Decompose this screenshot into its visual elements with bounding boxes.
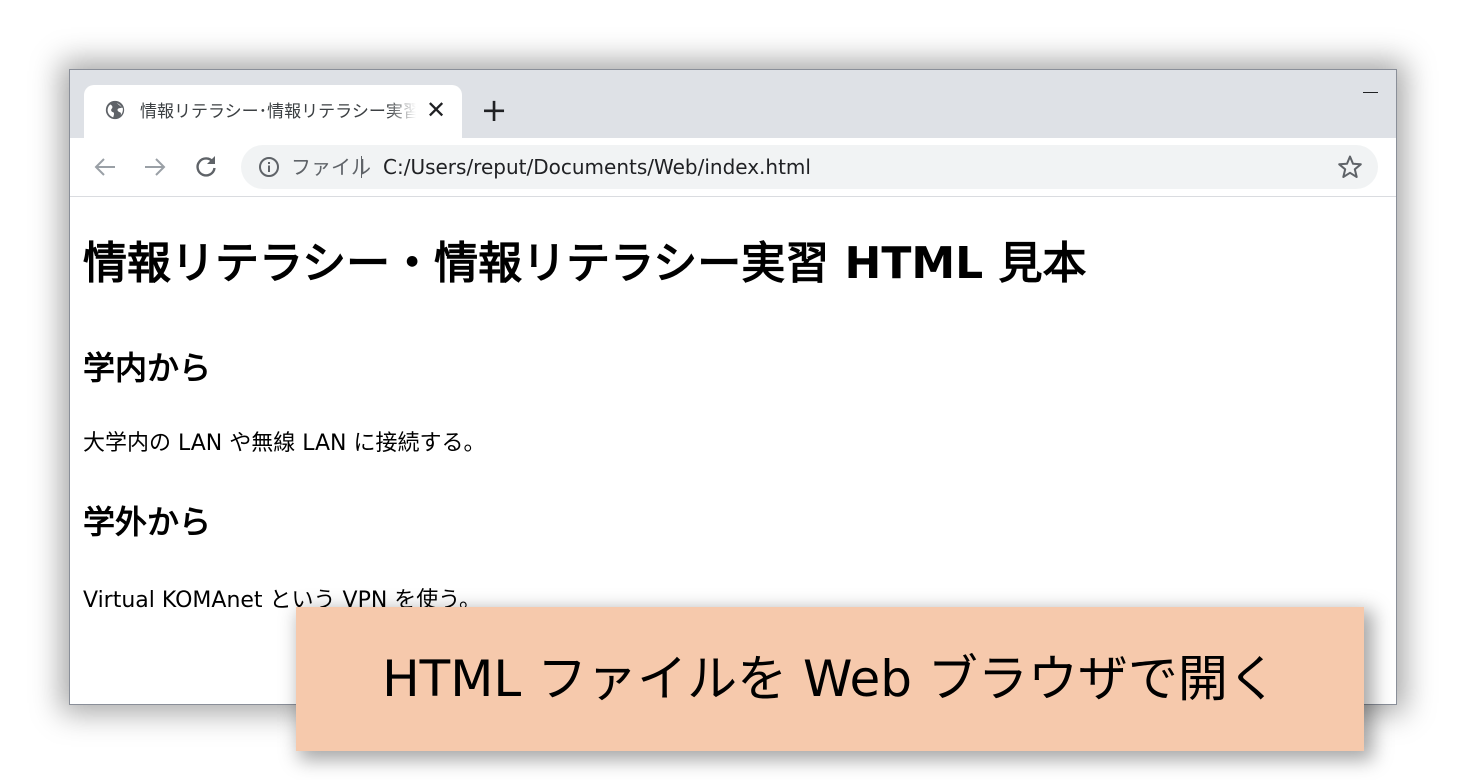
caption-text: HTML ファイルを Web ブラウザで開く: [382, 650, 1278, 708]
new-tab-button[interactable]: +: [478, 94, 510, 126]
tab-strip: 情報リテラシー･情報リテラシー実習 HTML 見本 ✕ +: [70, 70, 1396, 138]
minimize-button[interactable]: [1360, 76, 1382, 96]
minimize-icon: [1363, 92, 1378, 93]
url-text[interactable]: C:/Users/reput/Documents/Web/index.html: [383, 154, 811, 180]
close-tab-button[interactable]: ✕: [424, 98, 448, 122]
info-icon[interactable]: [258, 156, 280, 178]
browser-toolbar: ファイル C:/Users/reput/Documents/Web/index.…: [70, 138, 1396, 197]
scheme-label: ファイル: [291, 155, 371, 179]
reload-icon: [196, 156, 216, 177]
browser-tab[interactable]: 情報リテラシー･情報リテラシー実習 HTML 見本 ✕: [84, 85, 462, 138]
page-title: 情報リテラシー・情報リテラシー実習 HTML 見本: [83, 238, 1087, 289]
globe-icon: [105, 100, 125, 120]
screenshot-stage: 情報リテラシー･情報リテラシー実習 HTML 見本 ✕ +: [0, 0, 1466, 780]
arrow-right-icon: [145, 158, 166, 176]
section-heading-off-campus: 学外から: [83, 503, 212, 541]
back-button[interactable]: [90, 152, 120, 182]
url-separator: [361, 156, 362, 178]
reload-button[interactable]: [191, 152, 221, 182]
arrow-left-icon: [94, 158, 115, 176]
section-heading-on-campus: 学内から: [83, 349, 212, 387]
forward-button[interactable]: [140, 152, 170, 182]
address-bar[interactable]: ファイル C:/Users/reput/Documents/Web/index.…: [241, 145, 1378, 189]
caption-banner: HTML ファイルを Web ブラウザで開く: [296, 607, 1364, 751]
star-icon[interactable]: [1337, 154, 1363, 180]
tab-title: 情報リテラシー･情報リテラシー実習 HTML 見本: [140, 100, 416, 124]
section-text-on-campus: 大学内の LAN や無線 LAN に接続する。: [83, 431, 486, 456]
